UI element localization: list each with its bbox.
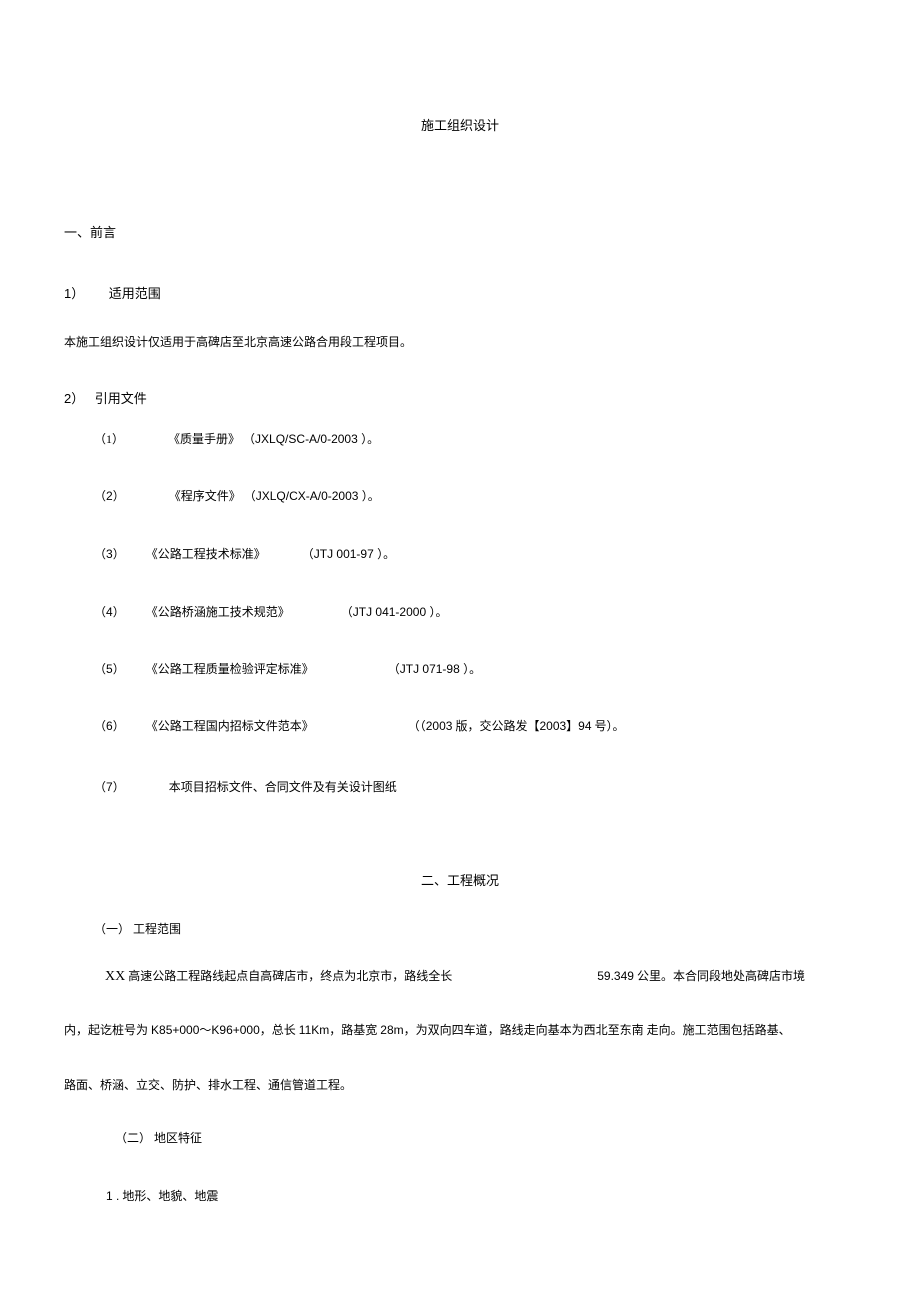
ref-3-code: （JTJ 001-97 ）。 <box>302 547 395 561</box>
ref-1-text: 《质量手册》 <box>168 432 240 446</box>
para-project-scope-2: 内，起讫桩号为 K85+000～K96+000，总长 11Km，路基宽 28m，… <box>64 1021 910 1040</box>
reference-2: （2） 《程序文件》 （JXLQ/CX-A/0-2003 ）。 <box>94 487 380 504</box>
ref-2-num: （2） <box>94 489 125 503</box>
xx-label: XX <box>105 969 125 984</box>
reference-3: （3） 《公路工程技术标准》 （JTJ 001-97 ）。 <box>94 545 395 562</box>
ref-4-code: （JTJ 041-2000 ）。 <box>341 605 448 619</box>
ref-5-code: （JTJ 071-98 ）。 <box>388 662 481 676</box>
para-project-scope-1: XX 高速公路工程路线起点自高碑店市，终点为北京市，路线全长59.349 公里。… <box>105 967 910 985</box>
ref-7-num: （7） <box>94 780 125 794</box>
item-1-2-label: 引用文件 <box>95 391 147 406</box>
subsection-2-2: （二） 地区特征 <box>115 1129 202 1146</box>
section-1-heading: 一、前言 <box>64 222 116 241</box>
ref-4-num: （4） <box>94 605 125 619</box>
item-1-2: 2） 引用文件 <box>64 388 147 407</box>
item-1-1-label: 适用范围 <box>109 286 161 301</box>
item-1-2-num: 2） <box>64 391 84 406</box>
ref-1-num: （（1）1） <box>94 432 124 446</box>
ref-6-text: 《公路工程国内招标文件范本》 <box>146 719 314 733</box>
ref-3-num: （3） <box>94 547 125 561</box>
item-1-1-num: 1） <box>64 286 84 301</box>
ref-3-text: 《公路工程技术标准》 <box>146 547 266 561</box>
ref-5-text: 《公路工程质量检验评定标准》 <box>146 662 314 676</box>
reference-1: （（1）1） 《质量手册》 （JXLQ/SC-A/0-2003 ）。 <box>94 430 379 447</box>
reference-5: （5） 《公路工程质量检验评定标准》 （JTJ 071-98 ）。 <box>94 660 481 677</box>
reference-4: （4） 《公路桥涵施工技术规范》 （JTJ 041-2000 ）。 <box>94 603 447 620</box>
ref-2-code: （JXLQ/CX-A/0-2003 ）。 <box>244 489 380 503</box>
reference-6: （6） 《公路工程国内招标文件范本》 （（2003 版，交公路发【2003】94… <box>94 717 625 734</box>
reference-7: （7） 本项目招标文件、合同文件及有关设计图纸 <box>94 778 397 795</box>
section-2-heading: 二、工程概况 <box>0 870 920 889</box>
ref-6-code: （（2003 版，交公路发【2003】94 号）。 <box>408 719 625 733</box>
para-scope: 本施工组织设计仅适用于高碑店至北京高速公路合用段工程项目。 <box>64 333 412 350</box>
subsection-2-2-1: 1 . 地形、地貌、地震 <box>106 1187 218 1204</box>
para-project-scope-3: 路面、桥涵、立交、防护、排水工程、通信管道工程。 <box>64 1076 352 1093</box>
item-1-1: 1） 适用范围 <box>64 283 161 302</box>
ref-1-code: （JXLQ/SC-A/0-2003 ）。 <box>243 432 379 446</box>
ref-5-num: （5） <box>94 662 125 676</box>
document-title: 施工组织设计 <box>0 115 920 134</box>
ref-6-num: （6） <box>94 719 125 733</box>
ref-2-text: 《程序文件》 <box>169 489 241 503</box>
subsection-2-1: （一） 工程范围 <box>94 920 181 937</box>
ref-7-text: 本项目招标文件、合同文件及有关设计图纸 <box>169 780 397 794</box>
ref-4-text: 《公路桥涵施工技术规范》 <box>146 605 290 619</box>
